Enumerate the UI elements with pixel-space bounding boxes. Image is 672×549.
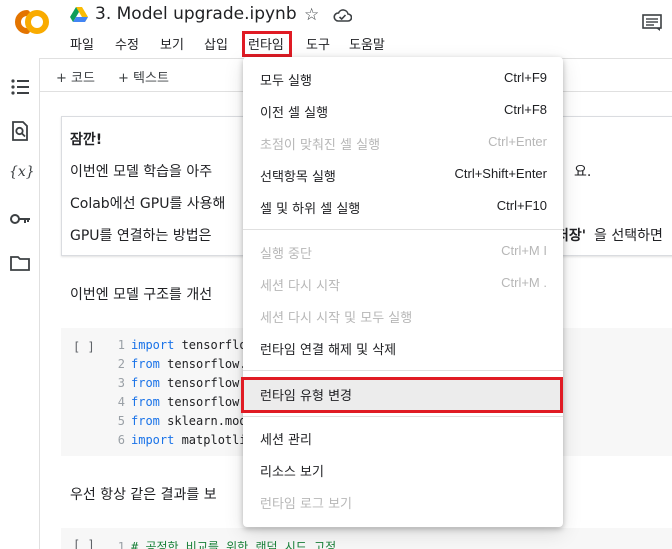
files-icon[interactable] [9, 252, 31, 274]
menu-item-manage-sessions[interactable]: 세션 관리 [243, 422, 563, 454]
header: 3. Model upgrade.ipynb ☆ 파일 수정 보기 삽입 런타임… [0, 0, 672, 58]
menu-item-restart-session: 세션 다시 시작 Ctrl+M . [260, 275, 547, 294]
secrets-key-icon[interactable] [9, 208, 31, 230]
notebook-title[interactable]: 3. Model upgrade.ipynb [95, 4, 297, 24]
menu-item-run-all[interactable]: 모두 실행 Ctrl+F9 [243, 63, 563, 95]
menu-help[interactable]: 도움말 [349, 34, 385, 53]
menu-item-run-focused-cell: 초점이 맞춰진 셀 실행 Ctrl+Enter [260, 134, 547, 153]
menu-item-interrupt: 실행 중단 Ctrl+M I [260, 243, 547, 262]
runtime-menu-highlight-box [242, 31, 292, 57]
notice-line-3: GPU를 연결하는 방법은 [70, 228, 212, 244]
menu-item-run-selection[interactable]: 선택항목 실행 Ctrl+Shift+Enter [243, 159, 563, 191]
variables-icon[interactable]: {x} [9, 164, 35, 186]
menu-separator [243, 370, 563, 371]
left-sidebar: {x} [0, 58, 40, 549]
notice-line-3-tail: 을 선택하면 [594, 228, 663, 244]
menu-tools[interactable]: 도구 [306, 34, 330, 53]
runtime-dropdown-menu: 모두 실행 Ctrl+F9 이전 셀 실행 Ctrl+F8 초점이 맞춰진 셀 실행… [243, 57, 563, 527]
menu-item-view-resources[interactable]: 리소스 보기 [243, 454, 563, 486]
menu-item-run-after[interactable]: 셀 및 하위 셀 실행 Ctrl+F10 [243, 191, 563, 223]
cloud-saved-icon[interactable] [333, 8, 352, 23]
menu-separator [243, 416, 563, 417]
toc-icon[interactable] [9, 76, 31, 98]
code-line: 6 import matplotlib [117, 433, 254, 447]
menu-item-view-runtime-logs: 런타임 로그 보기 [260, 497, 352, 512]
colab-logo[interactable] [10, 8, 54, 36]
run-cell-button[interactable]: [ ] [73, 538, 95, 549]
menu-file[interactable]: 파일 [70, 34, 94, 53]
change-runtime-type-highlight-box [241, 377, 563, 413]
notice-line-1: 이번엔 모델 학습을 아주 [70, 164, 213, 180]
text-cell-model-structure[interactable]: 이번엔 모델 구조를 개선 [70, 284, 212, 304]
notice-line-2: Colab에선 GPU를 사용해 [70, 196, 226, 212]
text-cell-seed[interactable]: 우선 항상 같은 결과를 보 [70, 484, 217, 504]
code-line: 1 import tensorflow [117, 338, 254, 352]
code-line: 1 # 공정한 비교를 위한 랜덤 시드 고정 [117, 540, 337, 549]
run-cell-button[interactable]: [ ] [73, 340, 95, 354]
code-line: 3 from tensorflow.k [117, 376, 254, 390]
menu-insert[interactable]: 삽입 [204, 34, 228, 53]
comment-icon[interactable] [642, 14, 662, 32]
add-text-button[interactable]: + 텍스트 [118, 67, 169, 86]
code-line: 4 from tensorflow.k [117, 395, 254, 409]
code-line: 5 from sklearn.mode [117, 414, 254, 428]
menu-item-disconnect-and-delete[interactable]: 런타임 연결 해제 및 삭제 [243, 332, 563, 364]
code-line: 2 from tensorflow.k [117, 357, 254, 371]
menu-item-run-before[interactable]: 이전 셀 실행 Ctrl+F8 [243, 95, 563, 127]
menu-separator [243, 229, 563, 230]
notice-line-1-tail: 요. [574, 164, 592, 180]
star-icon[interactable]: ☆ [304, 5, 319, 25]
google-drive-icon[interactable] [70, 7, 88, 23]
menu-view[interactable]: 보기 [160, 34, 184, 53]
find-icon[interactable] [9, 120, 31, 142]
notice-title: 잠깐! [70, 132, 103, 148]
code-cell-seed[interactable]: [ ] 1 # 공정한 비교를 위한 랜덤 시드 고정 [61, 528, 672, 549]
menu-item-restart-and-run-all: 세션 다시 시작 및 모두 실행 [260, 311, 413, 326]
menu-edit[interactable]: 수정 [115, 34, 139, 53]
add-code-button[interactable]: + 코드 [56, 67, 95, 86]
